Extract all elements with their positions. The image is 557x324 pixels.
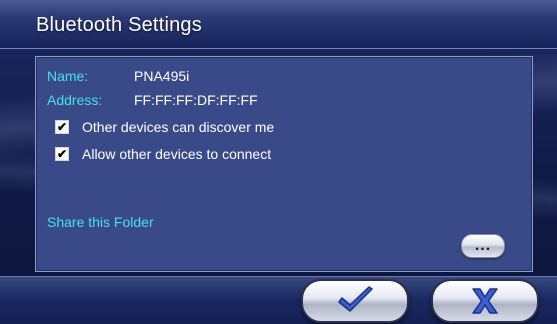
browse-folder-button[interactable]: ... xyxy=(461,234,505,258)
bluetooth-settings-window: Bluetooth Settings Name: PNA495i Address… xyxy=(0,0,557,324)
name-label: Name: xyxy=(47,68,89,84)
discoverable-label: Other devices can discover me xyxy=(82,119,275,135)
address-label: Address: xyxy=(47,92,103,108)
allow-connect-checkbox[interactable]: ✔ xyxy=(55,147,69,161)
share-folder-link[interactable]: Share this Folder xyxy=(47,214,154,230)
checkmark-icon: ✔ xyxy=(56,147,68,161)
discoverable-option[interactable]: ✔ Other devices can discover me xyxy=(55,118,274,136)
checkmark-icon xyxy=(338,286,373,312)
title-bar: Bluetooth Settings xyxy=(0,0,557,49)
address-value: FF:FF:FF:DF:FF:FF xyxy=(134,92,258,108)
ok-button[interactable] xyxy=(301,279,409,323)
name-value: PNA495i xyxy=(134,68,190,84)
cancel-button[interactable] xyxy=(431,279,539,323)
allow-connect-label: Allow other devices to connect xyxy=(82,146,272,162)
discoverable-checkbox[interactable]: ✔ xyxy=(55,120,69,134)
x-icon xyxy=(472,288,498,314)
checkmark-icon: ✔ xyxy=(56,120,68,134)
settings-panel: Name: PNA495i Address: FF:FF:FF:DF:FF:FF… xyxy=(35,56,533,272)
page-title: Bluetooth Settings xyxy=(36,14,202,36)
allow-connect-option[interactable]: ✔ Allow other devices to connect xyxy=(55,145,271,163)
